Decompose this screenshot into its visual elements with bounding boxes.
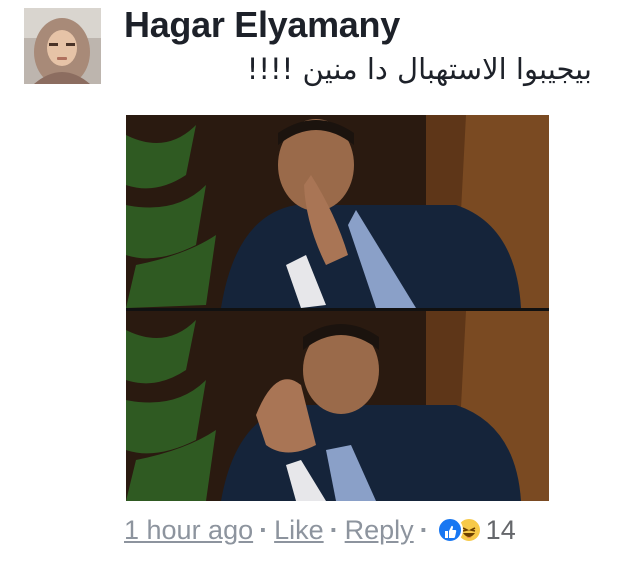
like-link[interactable]: Like	[274, 515, 324, 546]
separator: ·	[259, 514, 269, 545]
like-reaction-icon	[436, 517, 463, 543]
meme-image-icon	[126, 115, 549, 501]
reactions-summary[interactable]: 14	[436, 514, 516, 546]
comment-text: بيجيبوا الاستهبال دا منين !!!!	[246, 52, 592, 86]
timestamp-link[interactable]: 1 hour ago	[124, 515, 253, 546]
separator: ·	[419, 514, 429, 545]
avatar[interactable]	[24, 8, 101, 84]
profile-photo-icon	[24, 8, 101, 84]
reply-link[interactable]: Reply	[345, 515, 414, 546]
comment-author[interactable]: Hagar Elyamany	[124, 4, 400, 46]
comment-meta: 1 hour ago · Like · Reply · 14	[124, 510, 516, 550]
reaction-count: 14	[485, 514, 516, 545]
separator: ·	[329, 514, 339, 545]
comment-image[interactable]	[126, 115, 549, 501]
